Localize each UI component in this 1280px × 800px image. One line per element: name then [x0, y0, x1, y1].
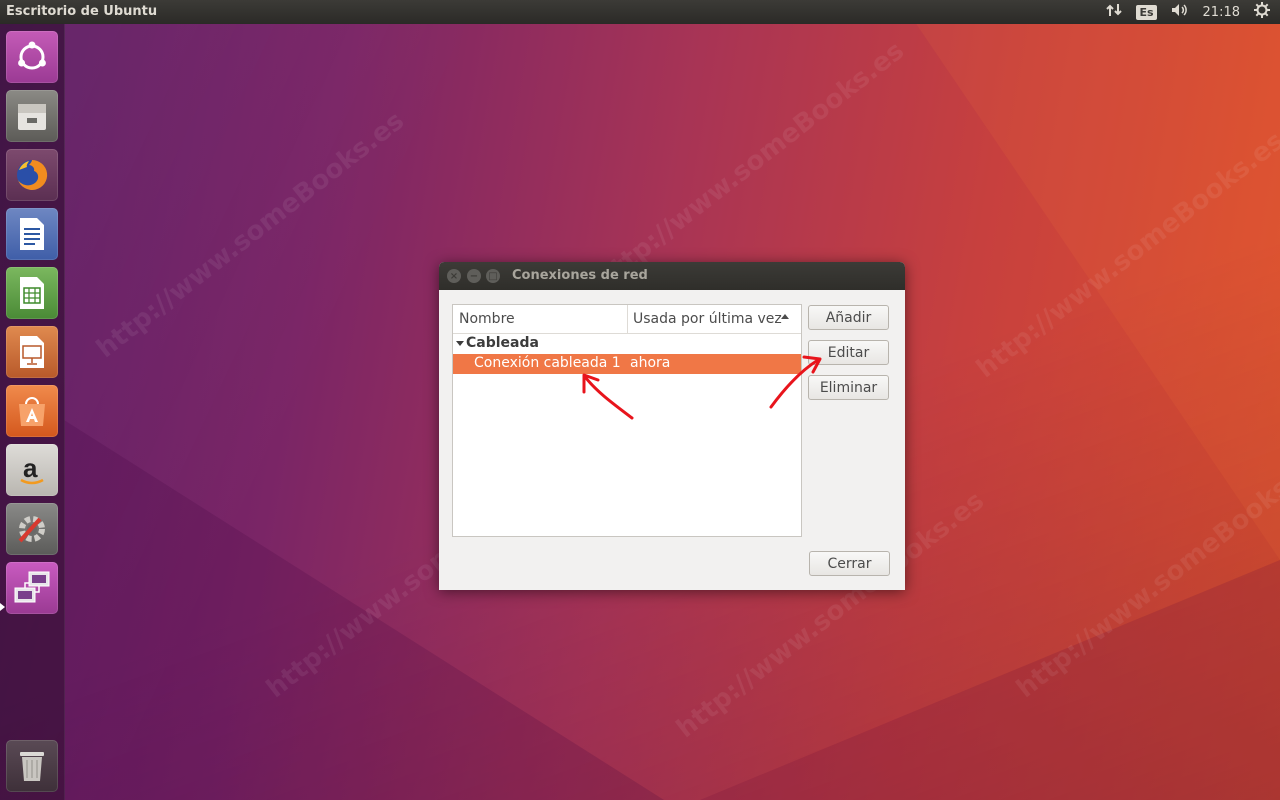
expander-arrow-icon[interactable]: [456, 341, 464, 346]
connections-list[interactable]: Nombre Usada por última vez Cableada Con…: [452, 304, 802, 537]
list-header: Nombre Usada por última vez: [453, 305, 801, 334]
wallpaper-facet: [700, 560, 1280, 800]
connection-last-used: ahora: [630, 355, 671, 371]
dialog-title: Conexiones de red: [512, 268, 648, 283]
network-connections-icon[interactable]: [6, 562, 58, 614]
ubuntu-dash-icon[interactable]: [6, 31, 58, 83]
volume-icon[interactable]: [1171, 3, 1189, 21]
svg-text:a: a: [23, 453, 38, 483]
connection-row[interactable]: Conexión cableada 1 ahora: [453, 354, 801, 374]
indicator-area: Es 21:18: [1106, 0, 1270, 24]
watermark: http://www.someBooks.es: [91, 105, 410, 365]
column-header-name[interactable]: Nombre: [459, 311, 515, 327]
connection-group-row[interactable]: Cableada: [453, 334, 801, 354]
close-window-button[interactable]: ×: [447, 269, 461, 283]
sort-ascending-icon: [781, 314, 789, 319]
column-header-last-used[interactable]: Usada por última vez: [633, 311, 782, 327]
software-center-icon[interactable]: [6, 385, 58, 437]
system-settings-icon[interactable]: [6, 503, 58, 555]
trash-icon[interactable]: [6, 740, 58, 792]
close-button[interactable]: Cerrar: [809, 551, 890, 576]
watermark: http://www.someBooks.es: [971, 125, 1280, 385]
amazon-icon[interactable]: a: [6, 444, 58, 496]
top-panel: Escritorio de Ubuntu Es 21:18: [0, 0, 1280, 24]
network-indicator-icon[interactable]: [1106, 3, 1123, 21]
dialog-titlebar[interactable]: × − □ Conexiones de red: [439, 262, 905, 290]
network-connections-dialog: × − □ Conexiones de red Nombre Usada por…: [439, 262, 905, 590]
keyboard-layout-indicator[interactable]: Es: [1136, 4, 1157, 20]
minimize-window-button[interactable]: −: [467, 269, 481, 283]
watermark: http://www.someBooks.es: [1011, 445, 1280, 705]
add-button[interactable]: Añadir: [808, 305, 889, 330]
delete-button[interactable]: Eliminar: [808, 375, 889, 400]
gear-icon[interactable]: [1254, 2, 1270, 22]
files-icon[interactable]: [6, 90, 58, 142]
clock[interactable]: 21:18: [1203, 5, 1240, 20]
maximize-window-button[interactable]: □: [486, 269, 500, 283]
connection-group-label: Cableada: [466, 335, 539, 351]
panel-title: Escritorio de Ubuntu: [6, 4, 158, 19]
active-app-indicator: [0, 603, 5, 611]
libreoffice-calc-icon[interactable]: [6, 267, 58, 319]
wallpaper-facet: [900, 0, 1280, 560]
firefox-icon[interactable]: [6, 149, 58, 201]
column-separator: [627, 305, 628, 333]
libreoffice-impress-icon[interactable]: [6, 326, 58, 378]
launcher: a: [0, 24, 65, 800]
connection-name: Conexión cableada 1: [474, 355, 621, 371]
edit-button[interactable]: Editar: [808, 340, 889, 365]
watermark: http://www.someBooks.es: [591, 35, 910, 295]
libreoffice-writer-icon[interactable]: [6, 208, 58, 260]
